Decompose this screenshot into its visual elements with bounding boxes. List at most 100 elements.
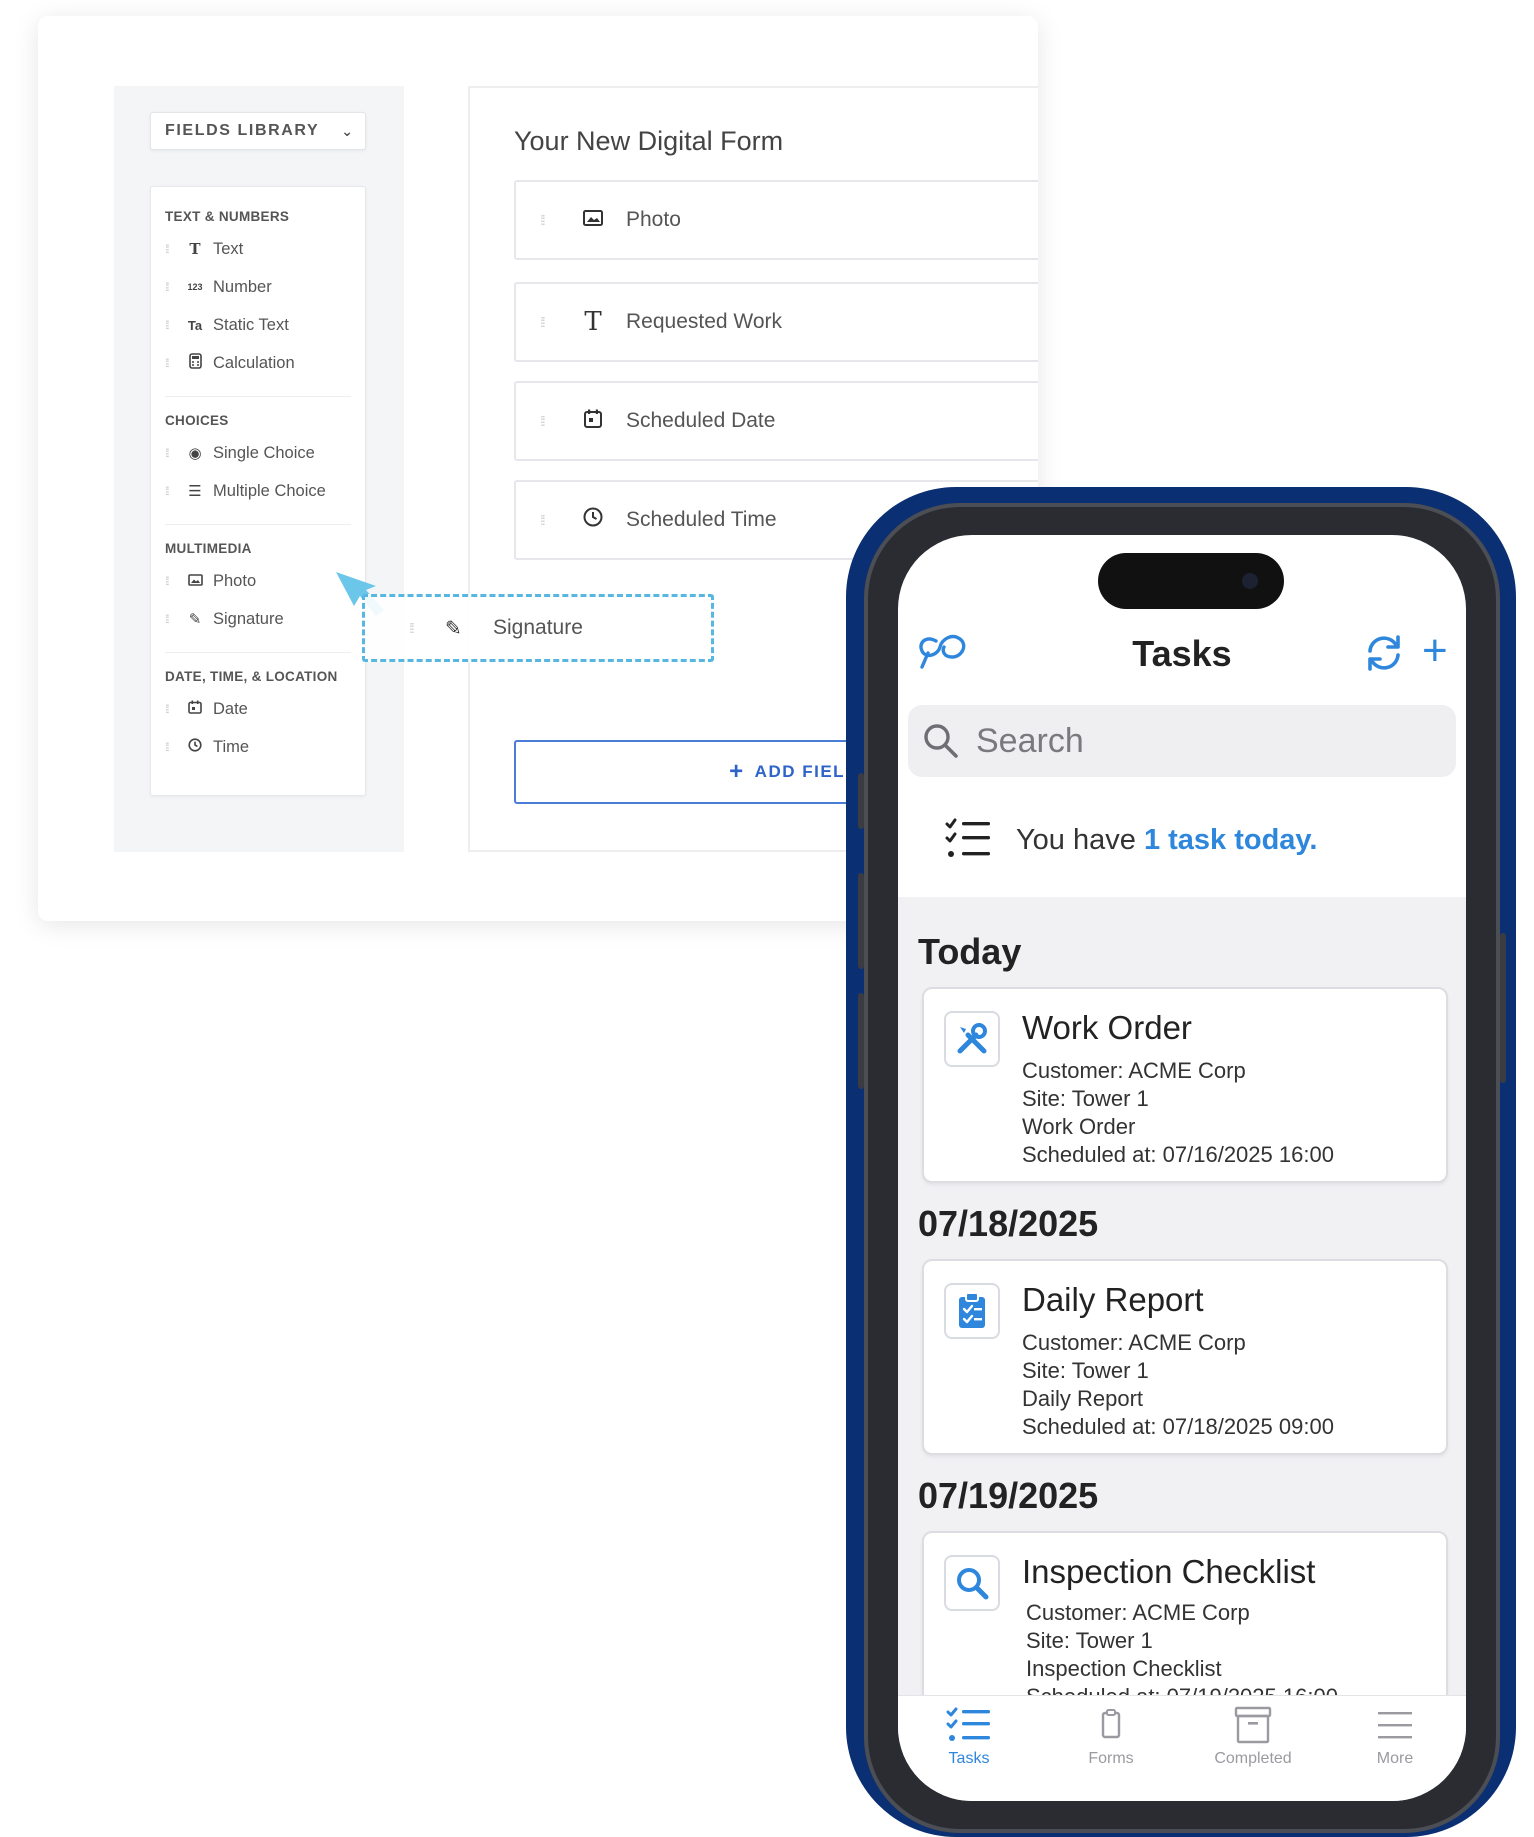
- pen-icon: ✎: [445, 617, 462, 640]
- library-item-text[interactable]: ⁞⁞ T Text: [165, 230, 351, 268]
- dragging-field-label: Signature: [493, 616, 583, 639]
- library-item-label: Signature: [213, 609, 284, 628]
- library-group-title: DATE, TIME, & LOCATION: [165, 669, 338, 684]
- drag-handle-icon[interactable]: ⁞⁞: [540, 512, 558, 528]
- add-task-icon[interactable]: +: [1422, 629, 1448, 673]
- tab-more[interactable]: More: [1324, 1706, 1466, 1768]
- form-field-label: Requested Work: [626, 310, 783, 333]
- camera-icon: [1242, 573, 1258, 589]
- drag-handle-icon: ⁞⁞: [165, 702, 170, 716]
- fields-library-select-label: FIELDS LIBRARY: [165, 122, 320, 139]
- drag-handle-icon: ⁞⁞: [165, 318, 170, 332]
- form-field-scheduled-date[interactable]: ⁞⁞ Scheduled Date: [514, 381, 1038, 461]
- refresh-icon[interactable]: [1364, 633, 1404, 673]
- phone-screen: Tasks + Search You have 1 task today. To…: [898, 535, 1466, 1801]
- library-item-date[interactable]: ⁞⁞ Date: [165, 690, 351, 728]
- library-item-multiple-choice[interactable]: ⁞⁞ ☰ Multiple Choice: [165, 472, 351, 510]
- bottom-tab-bar: Tasks Forms Completed More: [898, 1695, 1466, 1801]
- task-scheduled: Scheduled at: 07/18/2025 09:00: [1022, 1414, 1334, 1439]
- library-item-single-choice[interactable]: ⁞⁞ ◉ Single Choice: [165, 434, 351, 472]
- task-card-work-order[interactable]: Work Order Customer: ACME Corp Site: Tow…: [922, 987, 1448, 1183]
- task-site: Site: Tower 1: [1026, 1628, 1153, 1653]
- form-field-label: Scheduled Date: [626, 409, 776, 432]
- clock-icon: [185, 738, 205, 756]
- task-form-name: Work Order: [1022, 1114, 1136, 1139]
- drag-handle-icon: ⁞⁞: [165, 612, 170, 626]
- task-title: Work Order: [1022, 1009, 1192, 1046]
- library-item-label: Date: [213, 699, 248, 718]
- phone-side-button: [858, 773, 864, 829]
- archive-icon: [1234, 1706, 1272, 1744]
- library-item-signature[interactable]: ⁞⁞ ✎ Signature: [165, 600, 351, 638]
- tasks-icon: [946, 1707, 990, 1741]
- tab-label: Forms: [1088, 1750, 1134, 1767]
- form-field-photo[interactable]: ⁞⁞ Photo: [514, 180, 1038, 260]
- tab-label: More: [1376, 1750, 1414, 1767]
- task-summary-prefix: You have: [1016, 823, 1144, 856]
- drag-handle-icon: ⁞⁞: [409, 620, 415, 636]
- text-icon: T: [584, 307, 602, 337]
- tab-completed[interactable]: Completed: [1182, 1706, 1324, 1768]
- tools-icon: [944, 1011, 1000, 1067]
- text-icon: T: [189, 240, 201, 258]
- drag-handle-icon[interactable]: ⁞⁞: [540, 212, 558, 228]
- library-item-static-text[interactable]: ⁞⁞ Ta Static Text: [165, 306, 351, 344]
- task-site: Site: Tower 1: [1022, 1358, 1149, 1383]
- section-heading: 07/19/2025: [918, 1475, 1099, 1516]
- plus-icon: +: [729, 758, 745, 785]
- phone-side-button: [858, 873, 864, 969]
- phone-side-button: [858, 993, 864, 1089]
- pen-icon: ✎: [188, 611, 202, 628]
- library-item-label: Photo: [213, 571, 257, 590]
- calendar-icon: [185, 700, 205, 718]
- clipboard-outline-icon: [1101, 1709, 1121, 1739]
- form-field-label: Scheduled Time: [626, 508, 777, 531]
- library-item-time[interactable]: ⁞⁞ Time: [165, 728, 351, 766]
- library-item-label: Static Text: [213, 315, 289, 334]
- task-customer: Customer: ACME Corp: [1022, 1330, 1246, 1355]
- fields-library-select[interactable]: FIELDS LIBRARY ⌄: [150, 112, 366, 150]
- clipboard-icon: [944, 1283, 1000, 1339]
- task-summary-highlight[interactable]: 1 task today.: [1144, 824, 1318, 856]
- task-customer: Customer: ACME Corp: [1022, 1058, 1246, 1083]
- library-item-label: Single Choice: [213, 443, 315, 462]
- dragging-field-signature[interactable]: ⁞⁞ ✎ Signature: [362, 594, 714, 662]
- drag-handle-icon: ⁞⁞: [165, 356, 170, 370]
- dynamic-island: [1098, 553, 1284, 609]
- library-group-text-numbers: TEXT & NUMBERS ⁞⁞ T Text ⁞⁞ 123 Number ⁞…: [165, 209, 351, 382]
- radio-icon: ◉: [188, 445, 202, 462]
- library-item-calculation[interactable]: ⁞⁞ Calculation: [165, 344, 351, 382]
- menu-icon: [1378, 1712, 1412, 1739]
- fields-library-panel: FIELDS LIBRARY ⌄ TEXT & NUMBERS ⁞⁞ T Tex…: [114, 86, 404, 852]
- app-header: Tasks +: [898, 623, 1466, 693]
- form-field-requested-work[interactable]: ⁞⁞ T Requested Work: [514, 282, 1038, 362]
- task-form-name: Daily Report: [1022, 1386, 1144, 1411]
- tab-label: Tasks: [948, 1750, 990, 1767]
- library-item-number[interactable]: ⁞⁞ 123 Number: [165, 268, 351, 306]
- image-icon: [185, 573, 205, 590]
- drag-handle-icon: ⁞⁞: [165, 484, 170, 498]
- search-bar[interactable]: [908, 705, 1456, 777]
- task-list-icon: [945, 818, 990, 857]
- drag-handle-icon: ⁞⁞: [165, 574, 170, 588]
- task-card-daily-report[interactable]: Daily Report Customer: ACME Corp Site: T…: [922, 1259, 1448, 1455]
- add-field-label: ADD FIELD: [754, 762, 859, 781]
- tab-forms[interactable]: Forms: [1040, 1706, 1182, 1768]
- library-item-label: Multiple Choice: [213, 481, 326, 500]
- drag-handle-icon[interactable]: ⁞⁞: [540, 314, 558, 330]
- drag-handle-icon[interactable]: ⁞⁞: [540, 413, 558, 429]
- tab-tasks[interactable]: Tasks: [898, 1706, 1040, 1768]
- task-customer: Customer: ACME Corp: [1026, 1600, 1250, 1625]
- task-summary-text: You have 1 task today.: [1016, 824, 1317, 857]
- library-group-title: TEXT & NUMBERS: [165, 209, 290, 224]
- library-group-date-time-location: DATE, TIME, & LOCATION ⁞⁞ Date ⁞⁞ Time: [165, 652, 351, 766]
- section-heading: 07/18/2025: [918, 1203, 1099, 1244]
- image-icon: [580, 209, 606, 232]
- phone-frame: Tasks + Search You have 1 task today. To…: [858, 503, 1506, 1833]
- task-site: Site: Tower 1: [1022, 1086, 1149, 1111]
- library-item-photo[interactable]: ⁞⁞ Photo: [165, 562, 351, 600]
- tab-label: Completed: [1214, 1750, 1292, 1767]
- phone-backdrop: Tasks + Search You have 1 task today. To…: [846, 487, 1516, 1837]
- search-input[interactable]: [976, 721, 1436, 761]
- task-list: Today Work Order Customer: ACME Corp Sit…: [898, 897, 1466, 1731]
